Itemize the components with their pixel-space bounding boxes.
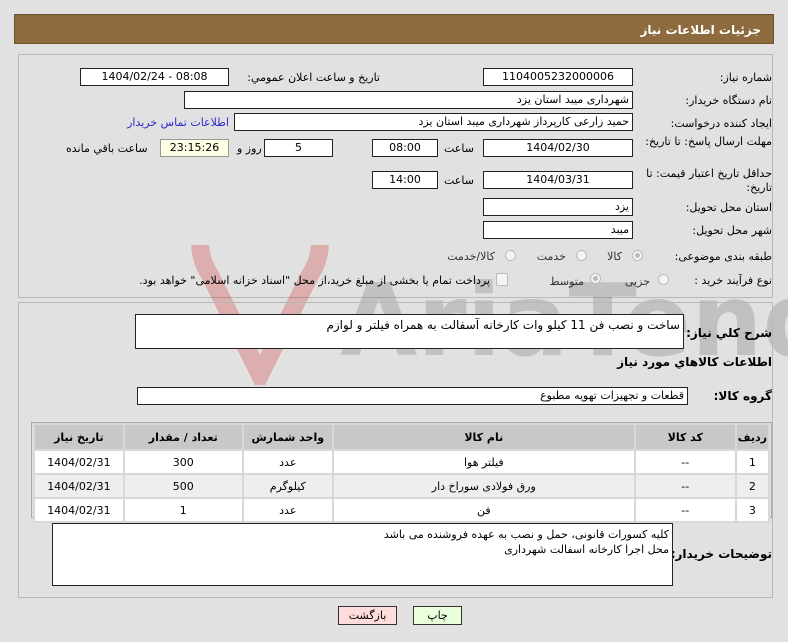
cell-unit: عدد (243, 499, 332, 521)
process-option-medium: متوسط (549, 275, 584, 288)
city-field[interactable]: میبد (483, 221, 633, 239)
city-label: شهر محل تحویل: (692, 224, 772, 237)
reply-time-field[interactable]: 08:00 (372, 139, 438, 157)
reply-deadline-label: مهلت ارسال پاسخ: تا تاریخ: (645, 135, 772, 148)
province-field[interactable]: یزد (483, 198, 633, 216)
price-validity-label: حداقل تاریخ اعتبار قیمت: تا تاریخ: (646, 167, 772, 194)
goods-group-field[interactable]: قطعات و تجهیزات تهویه مطبوع (137, 387, 688, 405)
cell-name: فن (333, 499, 634, 521)
col-unit: واحد شمارش (243, 425, 332, 449)
cell-date: 1404/02/31 (35, 451, 123, 473)
col-code: کد کالا (635, 425, 735, 449)
cell-row: 3 (736, 499, 768, 521)
goods-table: ردیف کد کالا نام کالا واحد شمارش تعداد /… (33, 423, 770, 523)
summary-textarea[interactable]: ساخت و نصب فن 11 کیلو وات کارخانه آسفالت… (135, 314, 684, 349)
announce-label: تاریخ و ساعت اعلان عمومي: (247, 71, 380, 84)
creator-label: ایجاد کننده درخواست: (670, 117, 772, 130)
need-number-label: شماره نیاز: (719, 71, 772, 84)
buyer-notes-line-1: کلیه کسورات قانونی، حمل و نصب به عهده فر… (383, 528, 669, 541)
buyer-notes-label: توضیحات خریدار: (670, 547, 772, 561)
cell-quantity: 300 (124, 451, 242, 473)
col-name: نام کالا (333, 425, 634, 449)
payment-note: پرداخت تمام یا بخشی از مبلغ خرید،از محل … (139, 274, 490, 287)
category-option-goods-service: کالا/خدمت (447, 250, 495, 263)
buyer-org-label: نام دستگاه خریدار: (685, 94, 772, 107)
cell-unit: عدد (243, 451, 332, 473)
announce-field[interactable]: 1404/02/24 - 08:08 (80, 68, 229, 86)
cell-unit: کیلوگرم (243, 475, 332, 497)
treasury-payment-checkbox[interactable] (496, 273, 508, 286)
summary-label: شرح کلي نیاز: (686, 326, 772, 340)
reply-time-label: ساعت (444, 142, 474, 155)
need-number-field[interactable]: 1104005232000006 (483, 68, 633, 86)
back-button[interactable]: بازگشت (338, 606, 397, 625)
category-option-service: خدمت (536, 250, 566, 263)
remaining-time-field: 23:15:26 (160, 139, 229, 157)
cell-name: فیلتر هوا (333, 451, 634, 473)
cell-quantity: 500 (124, 475, 242, 497)
process-label: نوع فرآیند خرید : (694, 274, 772, 287)
price-time-label: ساعت (444, 174, 474, 187)
col-date: تاریخ نیاز (35, 425, 123, 449)
category-radio-service[interactable] (576, 250, 587, 261)
goods-group-label: گروه کالا: (713, 389, 772, 403)
cell-name: ورق فولادی سوراخ دار (333, 475, 634, 497)
reply-date-field[interactable]: 1404/02/30 (483, 139, 633, 157)
cell-date: 1404/02/31 (35, 499, 123, 521)
price-time-field[interactable]: 14:00 (372, 171, 438, 189)
days-remaining-field: 5 (264, 139, 333, 157)
buyer-notes-line-2: محل اجرا کارخانه اسفالت شهرداری (504, 543, 669, 556)
category-radio-goods[interactable] (632, 250, 643, 261)
col-row: ردیف (736, 425, 768, 449)
page-header: جزئیات اطلاعات نیاز (14, 14, 774, 44)
process-radio-medium[interactable] (590, 273, 601, 284)
category-option-goods: کالا (607, 250, 622, 263)
page-title: جزئیات اطلاعات نیاز (640, 23, 761, 37)
cell-code: -- (635, 451, 735, 473)
table-row: 1 -- فیلتر هوا عدد 300 1404/02/31 (35, 451, 768, 473)
table-row: 3 -- فن عدد 1 1404/02/31 (35, 499, 768, 521)
goods-heading: اطلاعات کالاهاي مورد نیاز (617, 355, 772, 369)
cell-code: -- (635, 499, 735, 521)
creator-field[interactable]: حمید زارعی کارپرداز شهرداری میبد استان ی… (234, 113, 633, 131)
table-header-row: ردیف کد کالا نام کالا واحد شمارش تعداد /… (35, 425, 768, 449)
cell-row: 2 (736, 475, 768, 497)
category-radio-goods-service[interactable] (505, 250, 516, 261)
buyer-org-field[interactable]: شهرداری میبد استان یزد (184, 91, 633, 109)
print-button[interactable]: چاپ (413, 606, 462, 625)
cell-date: 1404/02/31 (35, 475, 123, 497)
cell-row: 1 (736, 451, 768, 473)
category-label: طبقه بندی موضوعی: (674, 250, 772, 263)
table-row: 2 -- ورق فولادی سوراخ دار کیلوگرم 500 1404/02… (35, 475, 768, 497)
contact-info-link[interactable]: اطلاعات تماس خریدار (127, 116, 229, 129)
process-option-minor: جزیی (624, 275, 650, 288)
col-quantity: تعداد / مقدار (124, 425, 242, 449)
process-radio-minor[interactable] (658, 274, 669, 285)
remaining-label: ساعت باقي مانده (66, 142, 148, 155)
province-label: استان محل تحویل: (685, 201, 772, 214)
cell-quantity: 1 (124, 499, 242, 521)
cell-code: -- (635, 475, 735, 497)
buyer-notes-textarea[interactable]: کلیه کسورات قانونی، حمل و نصب به عهده فر… (52, 523, 673, 586)
days-label: روز و (237, 142, 262, 155)
price-date-field[interactable]: 1404/03/31 (483, 171, 633, 189)
